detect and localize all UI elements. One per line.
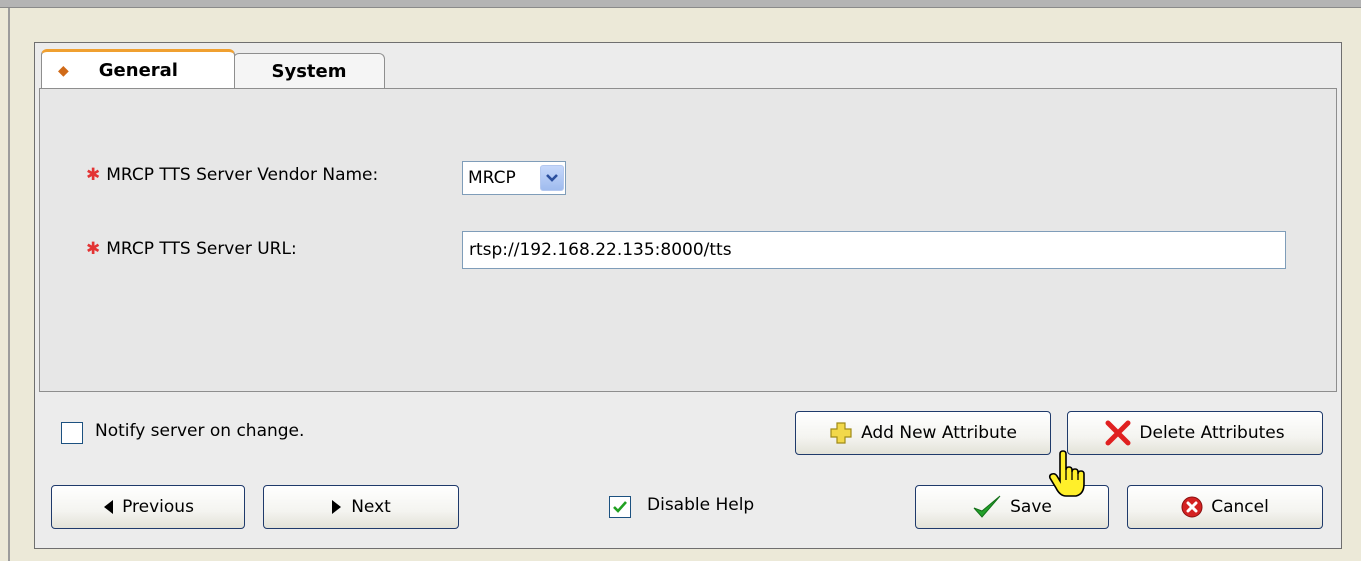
diamond-icon: ◆: [58, 62, 69, 79]
window-left-border: [8, 8, 10, 561]
previous-label: Previous: [122, 497, 194, 517]
checkmark-icon: [613, 501, 627, 513]
window-top-border: [0, 0, 1361, 8]
next-button[interactable]: Next: [263, 485, 459, 529]
server-url-label: ✱ MRCP TTS Server URL:: [86, 239, 297, 259]
hand-cursor-icon: [1048, 450, 1086, 503]
vendor-name-label: ✱ MRCP TTS Server Vendor Name:: [86, 165, 378, 185]
delete-x-icon: [1105, 420, 1131, 446]
save-label: Save: [1010, 497, 1052, 517]
tab-general-label: General: [98, 60, 178, 81]
previous-button[interactable]: Previous: [51, 485, 245, 529]
delete-attributes-label: Delete Attributes: [1139, 423, 1285, 443]
disable-help-label: Disable Help: [647, 495, 755, 515]
add-new-attribute-button[interactable]: Add New Attribute: [795, 411, 1051, 455]
general-panel: ✱ MRCP TTS Server Vendor Name: MRCP ✱ MR…: [39, 88, 1337, 392]
server-url-text: MRCP TTS Server URL:: [106, 239, 297, 259]
previous-arrow-icon: [102, 499, 114, 515]
dropdown-arrow-icon[interactable]: [540, 165, 564, 191]
disable-help-checkbox[interactable]: [609, 496, 631, 518]
vendor-name-select[interactable]: MRCP: [462, 161, 566, 195]
tab-general[interactable]: ◆ General: [41, 49, 235, 89]
vendor-name-value: MRCP: [468, 168, 516, 188]
checkmark-icon: [972, 494, 1002, 520]
server-url-input[interactable]: rtsp://192.168.22.135:8000/tts: [462, 231, 1286, 269]
cancel-label: Cancel: [1211, 497, 1269, 517]
required-marker: ✱: [86, 165, 101, 185]
tab-system-label: System: [271, 61, 347, 82]
required-marker: ✱: [86, 239, 101, 259]
tab-system[interactable]: System: [233, 53, 385, 89]
add-new-attribute-label: Add New Attribute: [861, 423, 1017, 443]
plus-icon: [829, 421, 853, 445]
cancel-icon: [1181, 496, 1203, 518]
cancel-button[interactable]: Cancel: [1127, 485, 1323, 529]
notify-label: Notify server on change.: [95, 421, 305, 441]
settings-frame: System ◆ General ✱ MRCP TTS Server Vendo…: [34, 42, 1342, 549]
next-arrow-icon: [331, 499, 343, 515]
vendor-name-text: MRCP TTS Server Vendor Name:: [106, 165, 379, 185]
server-url-value: rtsp://192.168.22.135:8000/tts: [469, 240, 732, 260]
delete-attributes-button[interactable]: Delete Attributes: [1067, 411, 1323, 455]
notify-checkbox[interactable]: [61, 422, 83, 444]
next-label: Next: [351, 497, 391, 517]
